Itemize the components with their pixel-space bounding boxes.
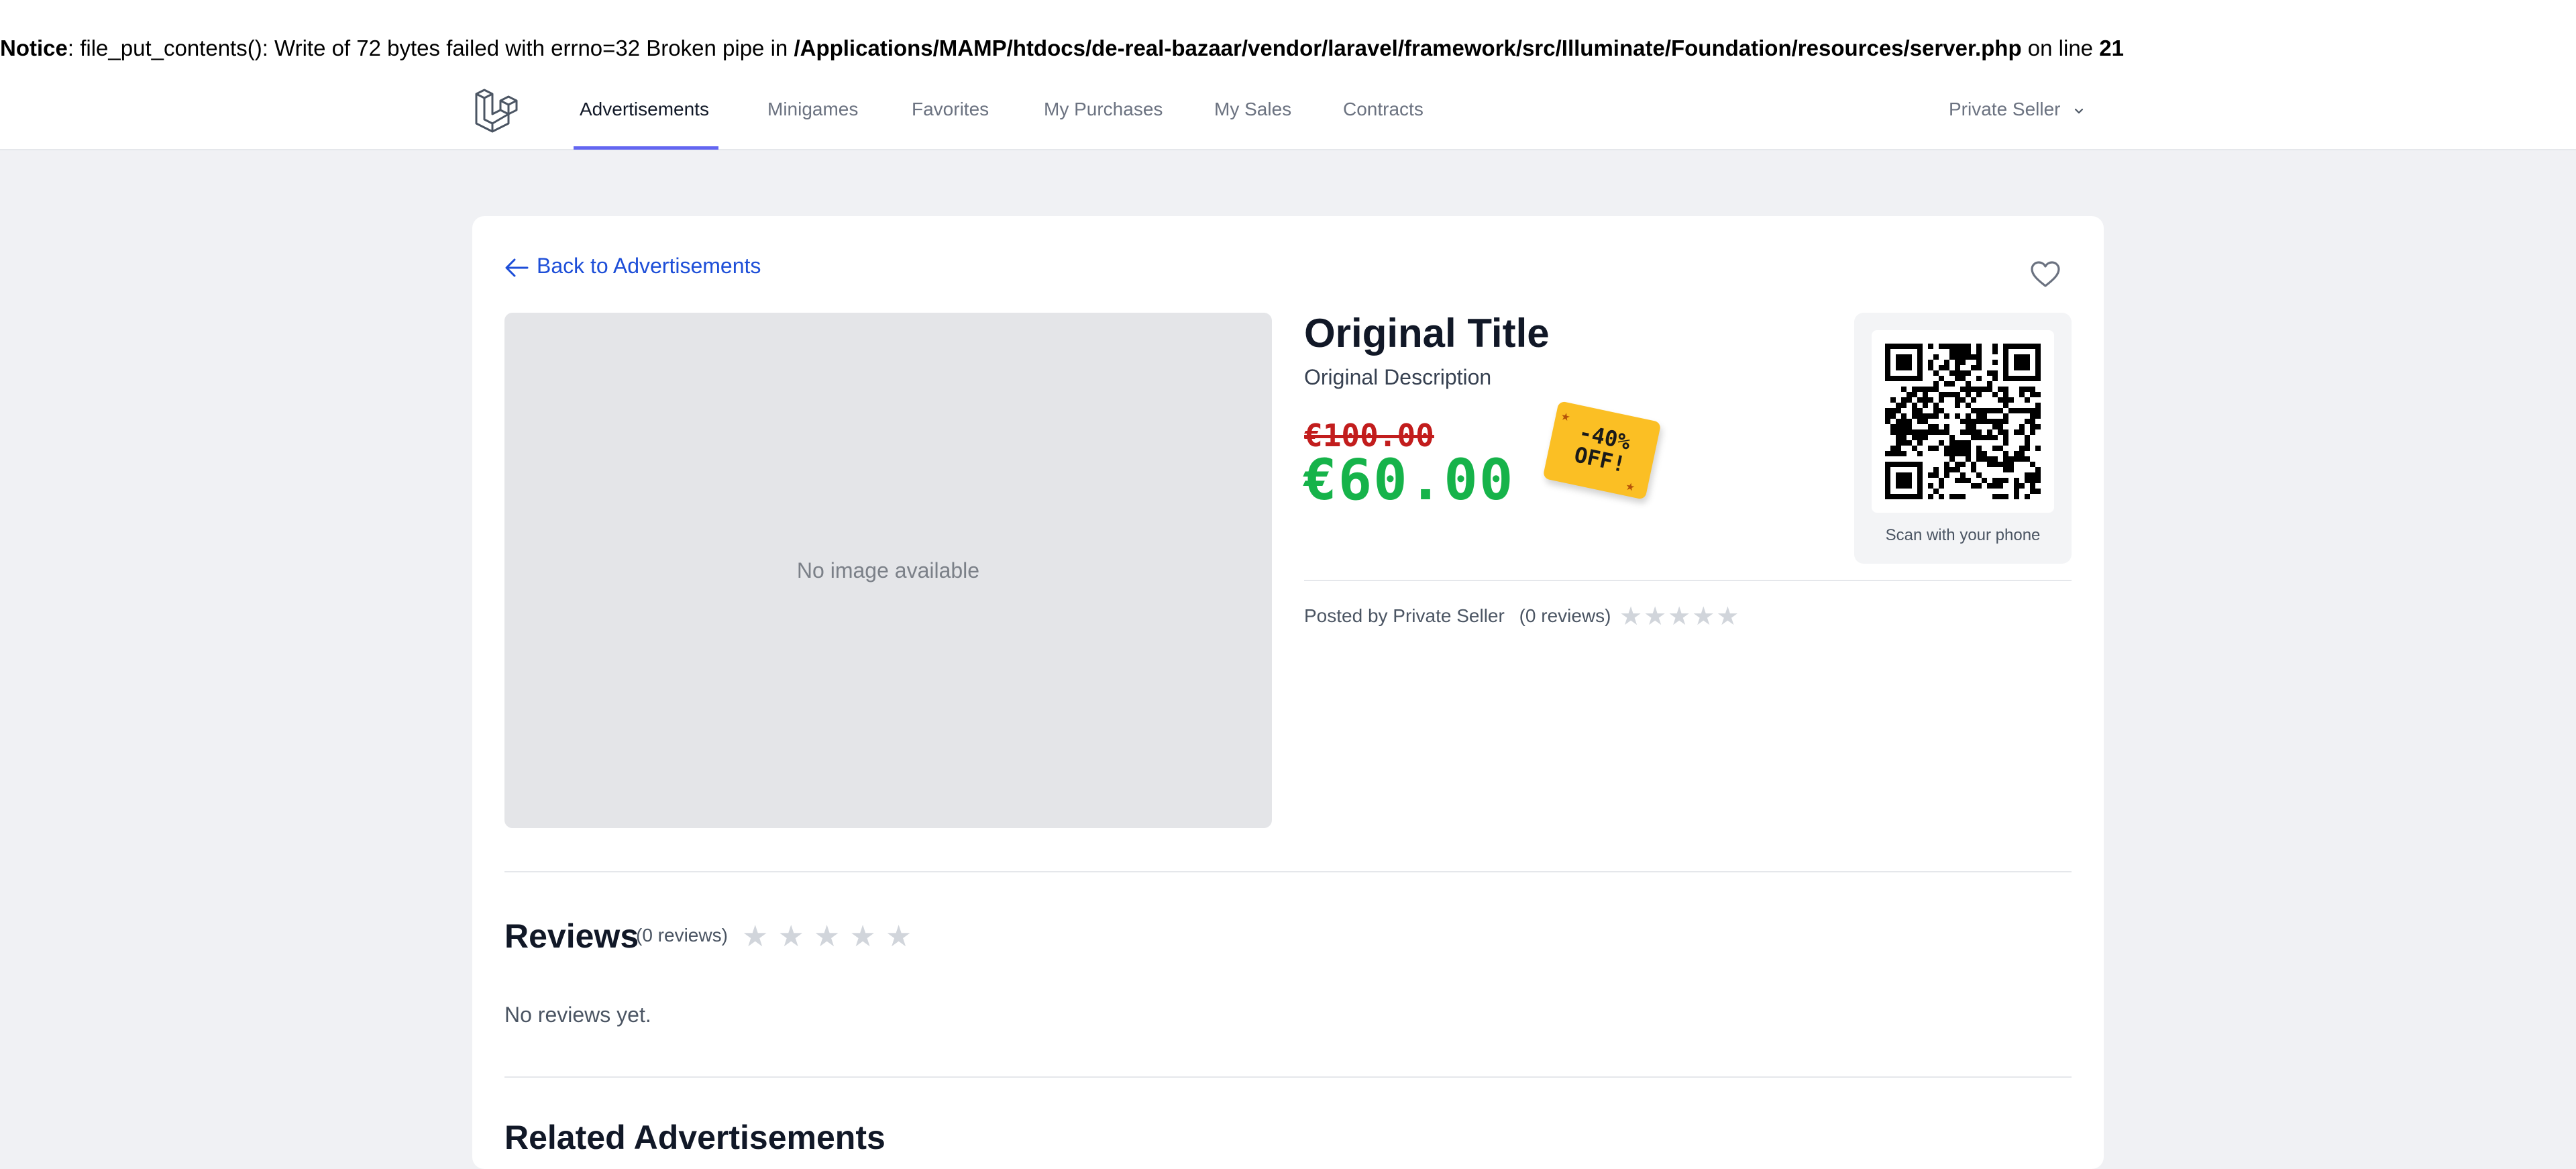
active-tab-indicator: [574, 146, 718, 150]
advertisement-image-placeholder: No image available: [504, 313, 1272, 828]
seller-rating-stars: ★★★★★: [1619, 601, 1740, 631]
star-icon: ★: [1619, 603, 1644, 631]
discount-badge: ★ ★ -40% OFF!: [1542, 401, 1662, 500]
chevron-down-icon: [2075, 108, 2084, 113]
advertisement-description: Original Description: [1304, 365, 1492, 389]
qr-code-panel: Scan with your phone: [1854, 313, 2072, 564]
nav-favorites[interactable]: Favorites: [912, 82, 989, 150]
star-icon: ★: [742, 920, 778, 953]
back-to-advertisements-link[interactable]: Back to Advertisements: [504, 251, 761, 281]
back-link-label: Back to Advertisements: [537, 254, 761, 278]
nav-advertisements[interactable]: Advertisements: [580, 82, 709, 150]
notice-label: Notice: [0, 36, 68, 60]
star-icon: ★: [885, 920, 922, 953]
seller-review-count: (0 reviews): [1519, 605, 1611, 626]
nav-my-purchases[interactable]: My Purchases: [1044, 82, 1163, 150]
reviews-count: (0 reviews): [636, 925, 728, 946]
arrow-left-icon: [505, 258, 529, 277]
nav-contracts[interactable]: Contracts: [1343, 82, 1424, 150]
notice-line-number: 21: [2099, 36, 2124, 60]
notice-path: /Applications/MAMP/htdocs/de-real-bazaar…: [794, 36, 2022, 60]
qr-code-image: [1885, 344, 2041, 499]
star-icon: ★: [813, 920, 850, 953]
divider: [504, 1076, 2072, 1078]
php-notice: Notice: file_put_contents(): Write of 72…: [0, 0, 2576, 82]
qr-code: [1872, 330, 2054, 513]
reviews-rating-stars: ★★★★★: [742, 919, 921, 954]
posted-by-text: Posted by Private Seller: [1304, 605, 1505, 626]
star-icon: ★: [1716, 603, 1741, 631]
divider: [504, 871, 2072, 872]
laravel-logo-icon[interactable]: [474, 87, 521, 134]
star-icon: ★: [777, 920, 814, 953]
star-icon: ★: [849, 920, 885, 953]
posted-by: Posted by Private Seller (0 reviews): [1304, 605, 1611, 627]
star-icon: ★: [1644, 603, 1668, 631]
advertisement-title: Original Title: [1304, 311, 1550, 356]
star-icon: ★: [1692, 603, 1717, 631]
no-reviews-text: No reviews yet.: [504, 1003, 651, 1027]
top-navigation: Advertisements Minigames Favorites My Pu…: [0, 82, 2576, 150]
heart-icon[interactable]: [2030, 260, 2061, 289]
star-icon: ★: [1624, 476, 1637, 496]
nav-my-sales[interactable]: My Sales: [1214, 82, 1291, 150]
user-menu-label: Private Seller: [1949, 99, 2061, 119]
no-image-text: No image available: [796, 558, 980, 582]
star-icon: ★: [1668, 603, 1693, 631]
advertisement-card: Back to Advertisements No image availabl…: [472, 216, 2104, 1169]
notice-message: : file_put_contents(): Write of 72 bytes…: [67, 36, 794, 60]
notice-on-line: on line: [2021, 36, 2100, 60]
divider: [1304, 580, 2072, 581]
nav-minigames[interactable]: Minigames: [767, 82, 858, 150]
qr-caption: Scan with your phone: [1885, 526, 2041, 544]
user-menu-button[interactable]: Private Seller: [1949, 82, 2086, 137]
reviews-heading: Reviews: [504, 917, 639, 955]
related-advertisements-heading: Related Advertisements: [504, 1119, 885, 1156]
discounted-price: €60.00: [1303, 447, 1515, 513]
